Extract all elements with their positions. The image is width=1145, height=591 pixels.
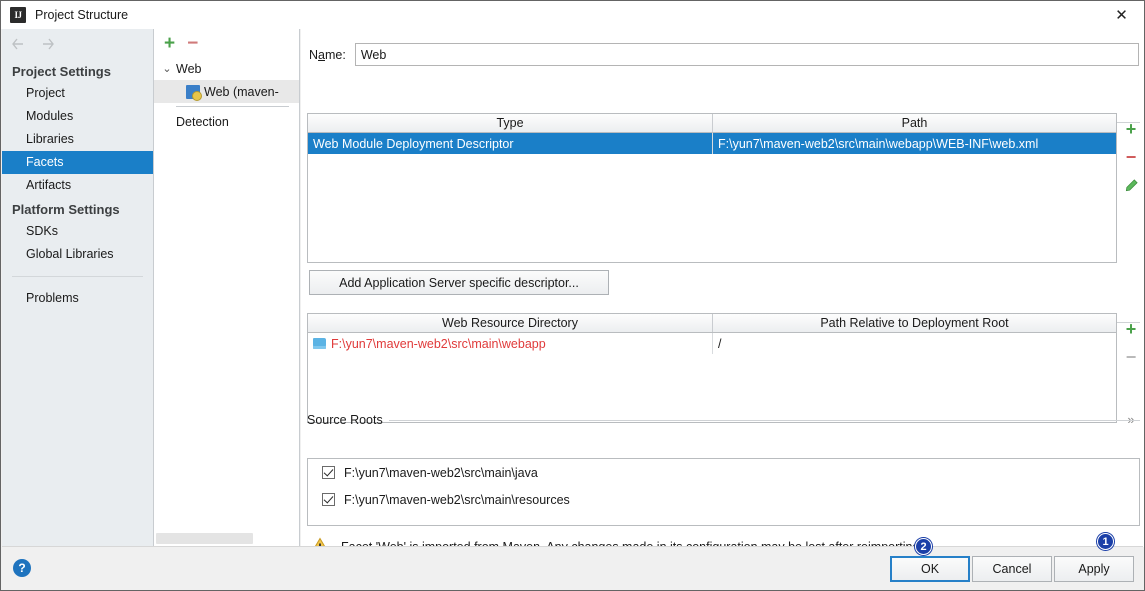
table-row[interactable]: F:\yun7\maven-web2\src\main\webapp / xyxy=(308,333,1116,354)
tree-item-detection[interactable]: Detection xyxy=(154,110,299,133)
source-root-checkbox[interactable] xyxy=(322,493,335,506)
facet-tree-toolbar: + − xyxy=(154,29,299,57)
remove-facet-icon[interactable]: − xyxy=(187,34,198,53)
web-resource-directories-table[interactable]: Web Resource Directory Path Relative to … xyxy=(307,313,1117,423)
add-web-resource-icon[interactable]: + xyxy=(1119,315,1143,343)
arrow-left-icon[interactable] xyxy=(10,36,26,52)
ok-button[interactable]: OK xyxy=(890,556,970,582)
cancel-button[interactable]: Cancel xyxy=(972,556,1052,582)
cell-path: F:\yun7\maven-web2\src\main\webapp\WEB-I… xyxy=(712,133,1116,154)
caption-rule xyxy=(388,419,1140,421)
web-facet-icon xyxy=(186,84,202,101)
edit-descriptor-icon[interactable] xyxy=(1119,171,1143,199)
column-header-web-resource-directory[interactable]: Web Resource Directory xyxy=(308,314,712,332)
table-header: Type Path xyxy=(308,114,1116,133)
source-root-checkbox[interactable] xyxy=(322,466,335,479)
sidebar-item-facets[interactable]: Facets xyxy=(2,151,153,174)
deployment-descriptors-table[interactable]: Type Path Web Module Deployment Descript… xyxy=(307,113,1117,263)
name-input[interactable] xyxy=(354,43,1139,66)
remove-descriptor-icon[interactable]: − xyxy=(1119,143,1143,171)
sidebar-item-modules[interactable]: Modules xyxy=(2,105,153,128)
tree-item-label: Detection xyxy=(176,114,229,129)
column-header-type[interactable]: Type xyxy=(308,114,712,132)
tree-item-label: Web xyxy=(176,61,202,76)
source-root-label: F:\yun7\maven-web2\src\main\java xyxy=(344,465,538,480)
list-item[interactable]: F:\yun7\maven-web2\src\main\java xyxy=(308,459,1139,486)
sidebar-item-sdks[interactable]: SDKs xyxy=(2,220,153,243)
facet-tree-horizontal-scrollbar[interactable] xyxy=(156,533,298,544)
sidebar-nav-arrows xyxy=(2,29,153,59)
column-header-path-relative[interactable]: Path Relative to Deployment Root xyxy=(712,314,1116,332)
dialog-footer: ? OK Cancel Apply xyxy=(2,546,1143,589)
sidebar-group-project-settings: Project Settings xyxy=(12,64,111,79)
table-header: Web Resource Directory Path Relative to … xyxy=(308,314,1116,333)
column-header-path[interactable]: Path xyxy=(712,114,1116,132)
tree-item-web-facet[interactable]: Web (maven- xyxy=(154,80,299,103)
project-structure-dialog: IJ Project Structure ✕ Project Settings … xyxy=(0,0,1145,591)
app-logo-icon: IJ xyxy=(10,7,26,23)
source-root-label: F:\yun7\maven-web2\src\main\resources xyxy=(344,492,570,507)
cell-web-resource-directory: F:\yun7\maven-web2\src\main\webapp xyxy=(308,333,712,354)
facet-detail-pane: Name: Deployment Descriptors Type Path W… xyxy=(301,29,1144,556)
arrow-right-icon[interactable] xyxy=(40,36,56,52)
add-facet-icon[interactable]: + xyxy=(164,34,175,53)
chevron-down-icon[interactable]: ⌄ xyxy=(158,62,176,75)
source-roots-caption: Source Roots xyxy=(307,413,1140,427)
cell-relative-path: / xyxy=(712,333,1116,354)
tree-divider xyxy=(176,106,289,107)
deployment-descriptors-actions: + − xyxy=(1119,115,1143,199)
close-icon[interactable]: ✕ xyxy=(1099,1,1144,29)
sidebar-item-global-libraries[interactable]: Global Libraries xyxy=(2,243,153,266)
add-descriptor-icon[interactable]: + xyxy=(1119,115,1143,143)
sidebar-divider xyxy=(12,276,143,277)
tree-item-label: Web (maven- xyxy=(204,84,279,99)
remove-web-resource-icon[interactable]: − xyxy=(1119,343,1143,371)
sidebar-item-libraries[interactable]: Libraries xyxy=(2,128,153,151)
name-row: Name: xyxy=(309,43,1139,66)
sidebar-item-project[interactable]: Project xyxy=(2,82,153,105)
source-roots-list: F:\yun7\maven-web2\src\main\java F:\yun7… xyxy=(307,458,1140,526)
name-label: Name: xyxy=(309,47,346,62)
tree-item-web-root[interactable]: ⌄ Web xyxy=(154,57,299,80)
apply-button[interactable]: Apply xyxy=(1054,556,1134,582)
sidebar-group-platform-settings: Platform Settings xyxy=(12,202,120,217)
add-application-server-descriptor-button[interactable]: Add Application Server specific descript… xyxy=(309,270,609,295)
sidebar-item-problems[interactable]: Problems xyxy=(2,287,153,310)
sidebar-item-artifacts[interactable]: Artifacts xyxy=(2,174,153,197)
facet-tree-panel: + − ⌄ Web Web (maven- Detection xyxy=(154,29,300,547)
list-item[interactable]: F:\yun7\maven-web2\src\main\resources xyxy=(308,486,1139,513)
scrollbar-thumb[interactable] xyxy=(156,533,253,544)
settings-sidebar: Project Settings Project Modules Librari… xyxy=(2,29,154,547)
annotation-badge-1: 1 xyxy=(1097,533,1114,550)
folder-icon xyxy=(313,338,326,349)
help-icon[interactable]: ? xyxy=(13,559,31,577)
table-row[interactable]: Web Module Deployment Descriptor F:\yun7… xyxy=(308,133,1116,154)
title-bar: IJ Project Structure ✕ xyxy=(1,1,1144,29)
cell-type: Web Module Deployment Descriptor xyxy=(313,136,514,151)
annotation-badge-2: 2 xyxy=(915,538,932,555)
window-title: Project Structure xyxy=(35,8,129,22)
